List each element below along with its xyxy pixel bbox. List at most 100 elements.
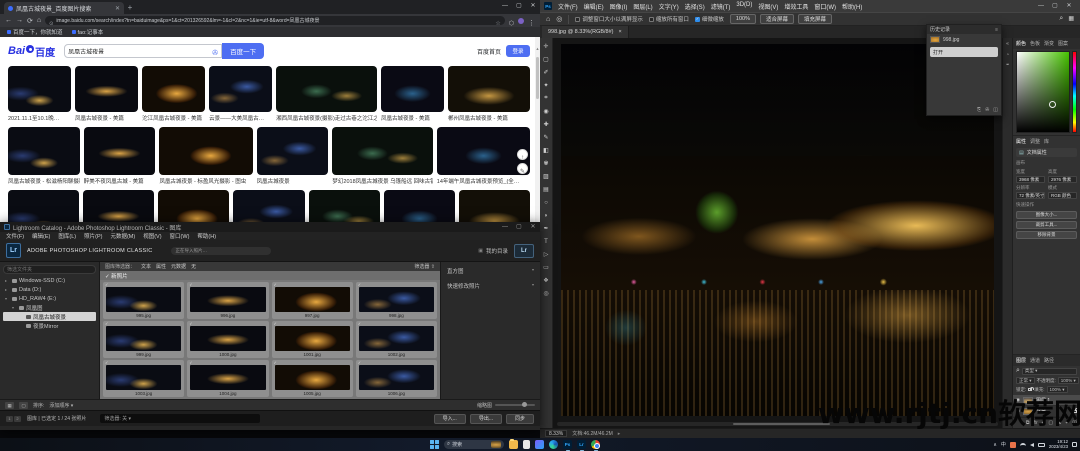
image-result[interactable]: 云景——大美凤凰古… [209, 66, 272, 122]
forward-icon[interactable]: → [16, 17, 23, 24]
new-snapshot-icon[interactable] [985, 107, 989, 113]
folder-item[interactable]: ▾ 凤凰图 [3, 303, 96, 312]
menu-item[interactable]: 窗口(W) [814, 2, 836, 11]
minimize-button[interactable]: — [498, 222, 512, 231]
tab-close-icon[interactable]: ✕ [115, 5, 120, 12]
filmstrip-button[interactable]: 导入... [434, 414, 466, 424]
tool-button[interactable]: ✦ [541, 79, 552, 92]
panel-tab[interactable]: 路径 [1044, 357, 1054, 364]
result-thumbnail[interactable] [332, 127, 432, 175]
photo-cell[interactable]: 999.jpg [103, 321, 184, 358]
history-snapshot[interactable]: 998.jpg [927, 34, 1001, 45]
file-explorer-icon[interactable] [509, 440, 518, 449]
status-zoom-level[interactable]: 8.33% [545, 430, 567, 437]
search-box[interactable] [64, 44, 222, 58]
filter-lock-label[interactable]: 筛选器 ⇧ [414, 263, 435, 270]
photo-thumbnail[interactable] [359, 365, 434, 390]
tool-button[interactable]: ◎ [541, 287, 552, 300]
image-result[interactable] [83, 190, 154, 222]
panel-tab[interactable]: 渐变 [1044, 40, 1054, 47]
zoom-preset-button[interactable]: 填充屏幕 [798, 14, 832, 24]
photo-thumbnail[interactable] [359, 326, 434, 351]
taskbar-search[interactable]: 搜索 [444, 440, 504, 449]
close-button[interactable]: ✕ [1062, 0, 1076, 11]
result-thumbnail[interactable] [158, 190, 229, 222]
disclosure-arrow-icon[interactable]: ▾ [12, 305, 17, 310]
reload-icon[interactable]: ⟳ [27, 17, 33, 25]
image-result[interactable]: 湘西凤凰古城夜景(摄影)走过古巷之沱江之… [276, 66, 377, 122]
tool-button[interactable]: ⌗ [541, 92, 552, 105]
photo-thumbnail[interactable] [275, 287, 350, 312]
image-result[interactable]: 凤凰古城夜景 - 标盈风光摄影 - 图虫 [159, 127, 252, 185]
result-thumbnail[interactable] [309, 190, 380, 222]
notification-icon[interactable] [1072, 442, 1077, 447]
checkbox-box[interactable] [695, 17, 700, 22]
quick-action-button[interactable]: 裁剪工具... [1016, 221, 1077, 229]
close-button[interactable]: ✕ [526, 0, 540, 11]
image-result[interactable]: 凤凰古城夜景 [257, 127, 329, 185]
image-result[interactable] [233, 190, 304, 222]
bookmark-star-icon[interactable] [495, 12, 500, 30]
result-thumbnail[interactable] [209, 66, 272, 112]
tool-button[interactable]: ✛ [541, 40, 552, 53]
result-thumbnail[interactable] [257, 127, 329, 175]
menu-item[interactable]: 滤镜(T) [711, 2, 731, 11]
photo-cell[interactable]: 1006.jpg [356, 360, 437, 397]
property-value[interactable]: 72 像素/英寸 [1016, 192, 1045, 199]
status-menu-arrow-icon[interactable] [618, 431, 621, 437]
result-thumbnail[interactable] [448, 66, 530, 112]
volume-icon[interactable] [1030, 443, 1034, 447]
ime-indicator[interactable]: 中 [1001, 441, 1006, 448]
document-close-icon[interactable]: × [619, 29, 622, 35]
menu-item[interactable]: 增效工具 [784, 2, 808, 11]
tool-button[interactable]: ▨ [541, 170, 552, 183]
tool-button[interactable]: ◧ [541, 144, 552, 157]
clock[interactable]: 19:12 2023/4/23 [1049, 440, 1068, 450]
menu-item[interactable]: 元数据(M) [110, 232, 135, 240]
tool-button[interactable]: ▢ [541, 53, 552, 66]
menu-item[interactable]: 编辑(E) [32, 232, 50, 240]
tool-button[interactable]: ✒ [541, 222, 552, 235]
home-icon[interactable]: ⌂ [546, 16, 550, 23]
media-player-icon[interactable] [535, 440, 544, 449]
browser-menu-icon[interactable] [528, 12, 535, 30]
filmstrip-filter[interactable]: 筛选器: 关 ▾ [100, 414, 260, 423]
panel-header[interactable]: 直方图 [447, 267, 534, 275]
sort-value-dropdown[interactable]: 添加顺序 ▾ [49, 402, 73, 409]
menu-item[interactable]: 选择(S) [685, 2, 705, 11]
image-result[interactable]: 郴州凤凰古城夜景 - 美篇 [448, 66, 530, 122]
result-thumbnail[interactable] [159, 127, 252, 175]
folder-item[interactable]: 夜景Mirror [3, 321, 96, 330]
photo-cell[interactable]: 1000.jpg [187, 321, 268, 358]
filter-option[interactable]: 属性 [156, 263, 166, 270]
panel-tab[interactable]: 属性 [1016, 138, 1026, 145]
tool-button[interactable]: ◗ [541, 209, 552, 222]
result-thumbnail[interactable] [381, 66, 444, 112]
folder-item[interactable]: 凤凰古城夜景 [3, 312, 96, 321]
result-thumbnail[interactable] [83, 190, 154, 222]
quick-action-button[interactable]: 图像大小... [1016, 211, 1077, 219]
panel-tab[interactable]: 图案 [1058, 40, 1068, 47]
workspace-icon[interactable] [1068, 15, 1074, 23]
lock-icon[interactable] [1028, 388, 1032, 391]
panel-tab[interactable]: 库 [1044, 138, 1049, 145]
photo-cell[interactable]: 997.jpg [272, 282, 353, 319]
menu-item[interactable]: 文件(F) [558, 2, 578, 11]
panel-header[interactable]: 快速修改照片 [447, 282, 534, 290]
new-document-from-state-icon[interactable] [977, 107, 981, 113]
filmstrip-button[interactable]: 导出... [470, 414, 502, 424]
result-thumbnail[interactable] [84, 127, 156, 175]
back-icon[interactable]: ← [5, 17, 12, 24]
document-tab[interactable]: 998.jpg @ 8.33%(RGB/8#) × [542, 26, 629, 38]
tool-button[interactable]: ▭ [541, 261, 552, 274]
photo-thumbnail[interactable] [106, 287, 181, 312]
profile-avatar[interactable] [518, 18, 524, 24]
menu-item[interactable]: 帮助(H) [842, 2, 862, 11]
folder-item[interactable]: ▾ HD_RAW4 (E:) [3, 294, 96, 303]
panel-tab[interactable]: 色板 [1030, 40, 1040, 47]
result-thumbnail[interactable] [459, 190, 530, 222]
filter-option[interactable]: 无 [191, 263, 196, 270]
maximize-button[interactable]: ▢ [1048, 0, 1062, 11]
photo-thumbnail[interactable] [190, 326, 265, 351]
result-thumbnail[interactable] [276, 66, 377, 112]
